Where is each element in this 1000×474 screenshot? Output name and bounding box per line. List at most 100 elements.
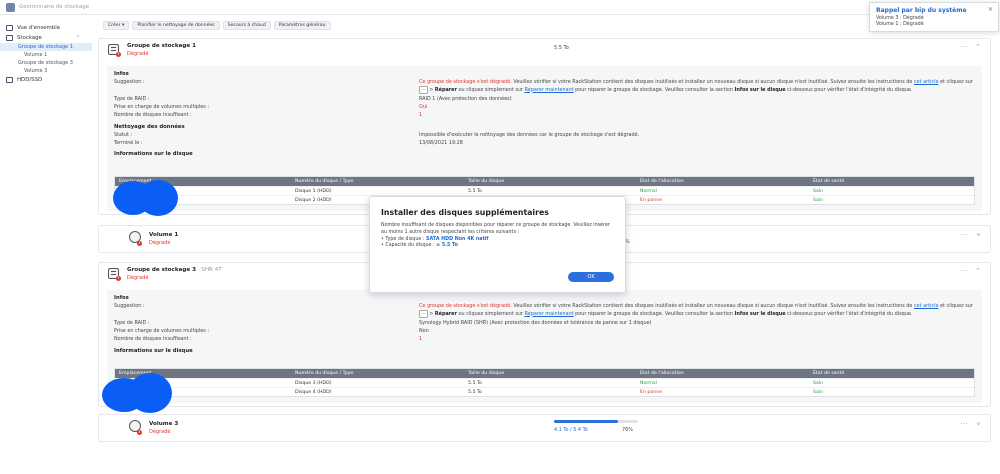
raid-type-label: Type de RAID : xyxy=(114,96,150,102)
raid-type-label: Type de RAID : xyxy=(114,320,150,326)
chevron-up-icon[interactable]: ^ xyxy=(976,44,980,50)
more-options-icon[interactable]: ··· xyxy=(961,44,968,51)
suggestion-repair: Réparer xyxy=(434,310,457,317)
health-cell: Sain xyxy=(813,198,824,203)
create-button[interactable]: Créer ▾ xyxy=(103,21,130,30)
suggestion-label: Suggestion : xyxy=(114,79,145,85)
suggestion-part: ou cliquez simplement sur xyxy=(456,86,525,93)
raid-type-value: Synology Hybrid RAID (SHR) (Avec protect… xyxy=(419,320,652,326)
schedule-scrubbing-button[interactable]: Planifier le nettoyage de données xyxy=(132,21,220,30)
volume-usage-bar xyxy=(554,420,638,423)
sidebar-item-pool3[interactable]: Groupe de stockage 3 xyxy=(0,59,92,67)
dialog-intro: Nombre insuffisant de disques disponible… xyxy=(381,223,610,235)
column-header: Numéro du disque / Type xyxy=(295,371,354,376)
storage-pool-1-card: ! Groupe de stockage 1 Dégradé 5.5 To ··… xyxy=(98,38,991,215)
table-row[interactable]: Disque 3 (HDD) 5.5 To Normal Sain xyxy=(115,378,974,387)
suggestion-part: et cliquez sur xyxy=(938,303,973,309)
table-row[interactable]: Disque 4 (HDD) 5.5 To En panne Sain xyxy=(115,387,974,396)
alloc-cell: En panne xyxy=(640,390,663,395)
sidebar: Vue d'ensemble Stockage ^ Groupe de stoc… xyxy=(0,15,92,474)
multi-volume-value: Oui xyxy=(419,104,428,110)
suggestion-disk-info: Infos sur le disque xyxy=(734,310,786,317)
sidebar-item-label: Groupe de stockage 1 xyxy=(18,44,73,50)
size-cell: 5.5 To xyxy=(468,189,482,194)
redaction-mark xyxy=(138,180,178,216)
warning-badge-icon: ! xyxy=(116,276,121,281)
chevron-up-icon[interactable]: ^ xyxy=(76,35,80,41)
alloc-cell: En panne xyxy=(640,198,663,203)
scrub-done-label: Terminé le : xyxy=(114,140,143,146)
close-icon[interactable]: × xyxy=(988,6,993,13)
pool-header[interactable]: ! Groupe de stockage 1 Dégradé 5.5 To ··… xyxy=(99,39,990,59)
system-beep-notification[interactable]: Rappel par bip du système Volume 3 : Dég… xyxy=(869,2,999,32)
more-options-icon[interactable]: ··· xyxy=(961,232,968,239)
column-header: État de santé xyxy=(813,179,845,184)
article-link[interactable]: cet article xyxy=(914,79,939,85)
scrub-done-value: 13/08/2021 19:28 xyxy=(419,140,463,146)
sidebar-item-label: Volume 3 xyxy=(24,68,48,74)
hot-spare-button[interactable]: Secours à chaud xyxy=(222,21,271,30)
size-cell: 5.5 To xyxy=(468,381,482,386)
health-cell: Sain xyxy=(813,189,824,194)
sidebar-item-label: Groupe de stockage 3 xyxy=(18,60,73,66)
suggestion-part: ci-dessous pour vérifier l'état d'intégr… xyxy=(785,86,913,93)
ok-button[interactable]: OK xyxy=(568,272,614,282)
notification-title: Rappel par bip du système xyxy=(876,7,967,14)
pool-title-text: Groupe de stockage 3 xyxy=(127,267,196,273)
sidebar-item-pool1[interactable]: Groupe de stockage 1 xyxy=(0,43,92,51)
column-header: État de l'allocation xyxy=(640,371,684,376)
column-header: Taille du disque xyxy=(468,179,505,184)
notification-line: Volume 1 : Dégradé xyxy=(876,22,924,27)
table-row[interactable]: Disque 1 (HDD) 5.5 To Normal Sain xyxy=(115,186,974,195)
warning-badge-icon: ! xyxy=(137,241,142,246)
scrub-status-label: Statut : xyxy=(114,132,133,138)
alloc-cell: Normal xyxy=(640,381,657,386)
suggestion-degraded: Ce groupe de stockage s'est dégradé. xyxy=(419,303,512,309)
suggestion-text: Ce groupe de stockage s'est dégradé. Veu… xyxy=(419,303,975,318)
section-title: Infos xyxy=(114,295,129,301)
chevron-down-icon[interactable]: v xyxy=(977,232,980,238)
pool-status: Dégradé xyxy=(127,275,149,281)
repair-now-link[interactable]: Réparer maintenant xyxy=(525,311,574,317)
health-cell: Sain xyxy=(813,381,824,386)
sidebar-item-storage[interactable]: Stockage ^ xyxy=(0,33,92,43)
table-header: Emplacement Numéro du disque / Type Tail… xyxy=(115,369,974,378)
volume-status: Dégradé xyxy=(149,429,171,435)
alloc-cell: Normal xyxy=(640,189,657,194)
section-title: Informations sur le disque xyxy=(114,348,193,354)
pool-title: Groupe de stockage 1 xyxy=(127,43,196,49)
repair-now-link[interactable]: Réparer maintenant xyxy=(525,87,574,93)
redaction-mark xyxy=(128,373,172,413)
disk-type-label: • Type de disque : xyxy=(381,236,426,242)
sidebar-item-label: HDD/SSD xyxy=(17,77,43,83)
suggestion-part: > xyxy=(427,86,435,93)
suggestion-part: ci-dessous pour vérifier l'état d'intégr… xyxy=(785,310,913,317)
suggestion-label: Suggestion : xyxy=(114,303,145,309)
hdd-icon xyxy=(6,77,13,83)
sidebar-item-overview[interactable]: Vue d'ensemble xyxy=(0,23,92,33)
sidebar-item-volume1[interactable]: Volume 1 xyxy=(0,51,92,59)
more-options-icon[interactable]: ··· xyxy=(961,268,968,275)
suggestion-degraded: Ce groupe de stockage s'est dégradé. xyxy=(419,79,512,85)
storage-manager-icon xyxy=(6,2,15,12)
disk-cell: Disque 1 (HDD) xyxy=(295,189,332,194)
health-cell: Sain xyxy=(813,390,824,395)
chevron-down-icon[interactable]: v xyxy=(977,421,980,427)
volume-title: Volume 1 xyxy=(149,232,179,238)
sidebar-item-hdd-ssd[interactable]: HDD/SSD xyxy=(0,75,92,85)
more-options-icon[interactable]: ··· xyxy=(961,421,968,428)
general-settings-button[interactable]: Paramètres générau xyxy=(273,21,331,30)
disk-capacity-label: • Capacité du disque : xyxy=(381,243,437,249)
volume-3-card[interactable]: ! Volume 3 Dégradé 4.1 To / 5.4 To 76% ·… xyxy=(98,414,991,442)
chevron-up-icon[interactable]: ^ xyxy=(976,268,980,274)
sidebar-item-label: Stockage xyxy=(17,35,42,41)
column-header: État de santé xyxy=(813,371,845,376)
volume-usage-text: 4.1 To / 5.4 To xyxy=(554,427,588,433)
toolbar: Créer ▾ Planifier le nettoyage de donnée… xyxy=(103,21,331,30)
disk-capacity-value: ≥ 5.5 To xyxy=(436,243,458,249)
warning-badge-icon: ! xyxy=(137,430,142,435)
column-header: Numéro du disque / Type xyxy=(295,179,354,184)
article-link[interactable]: cet article xyxy=(914,303,939,309)
suggestion-part: Veuillez vérifier si votre RackStation c… xyxy=(511,303,914,309)
sidebar-item-volume3[interactable]: Volume 3 xyxy=(0,67,92,75)
